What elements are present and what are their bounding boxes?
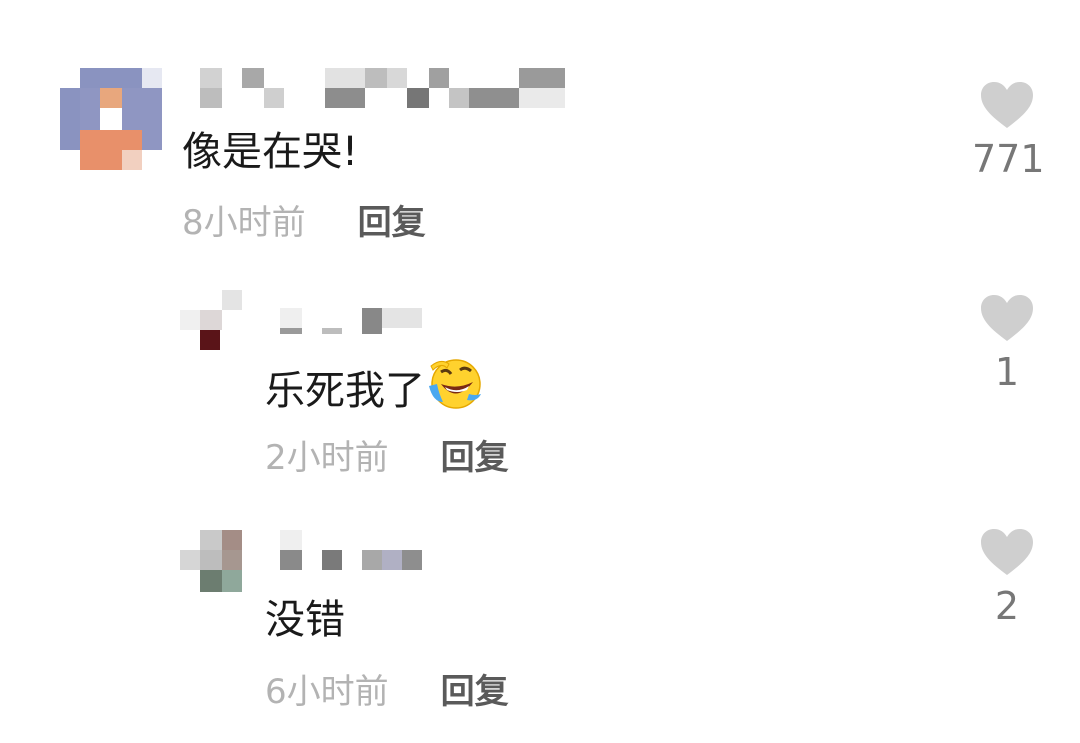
comment-meta: 8小时前 回复: [182, 203, 426, 249]
comment-meta: 2小时前 回复: [265, 438, 509, 484]
like-button[interactable]: 771: [972, 80, 1045, 182]
username-blurred[interactable]: [280, 308, 422, 348]
comment-text-content: 乐死我了: [265, 368, 425, 414]
heart-icon[interactable]: [979, 527, 1035, 577]
reply-button[interactable]: 回复: [441, 438, 509, 478]
heart-icon[interactable]: [979, 80, 1035, 130]
like-count: 1: [994, 350, 1020, 394]
comment-thread: 像是在哭! 8小时前 回复 771 乐死我了 2小时前 回复 1 没错 6小时前…: [0, 0, 1080, 743]
heart-icon[interactable]: [979, 293, 1035, 343]
comment-time: 8小时前: [182, 203, 306, 243]
comment-meta: 6小时前 回复: [265, 672, 509, 718]
crying-laughing-emoji-icon: [429, 359, 481, 409]
avatar[interactable]: [60, 68, 162, 170]
like-count: 771: [972, 137, 1045, 181]
comment-time: 2小时前: [265, 438, 389, 478]
like-count: 2: [994, 584, 1020, 628]
comment-text: 像是在哭!: [182, 129, 359, 175]
comment-time: 6小时前: [265, 672, 389, 712]
comment-text: 乐死我了: [265, 358, 483, 415]
reply-button[interactable]: 回复: [441, 672, 509, 712]
avatar[interactable]: [180, 290, 242, 352]
avatar[interactable]: [180, 530, 242, 592]
like-button[interactable]: 1: [972, 293, 1042, 395]
username-blurred[interactable]: [280, 530, 422, 570]
reply-button[interactable]: 回复: [358, 203, 426, 243]
comment-text: 没错: [265, 597, 345, 643]
username-blurred[interactable]: [200, 68, 565, 108]
like-button[interactable]: 2: [972, 527, 1042, 629]
